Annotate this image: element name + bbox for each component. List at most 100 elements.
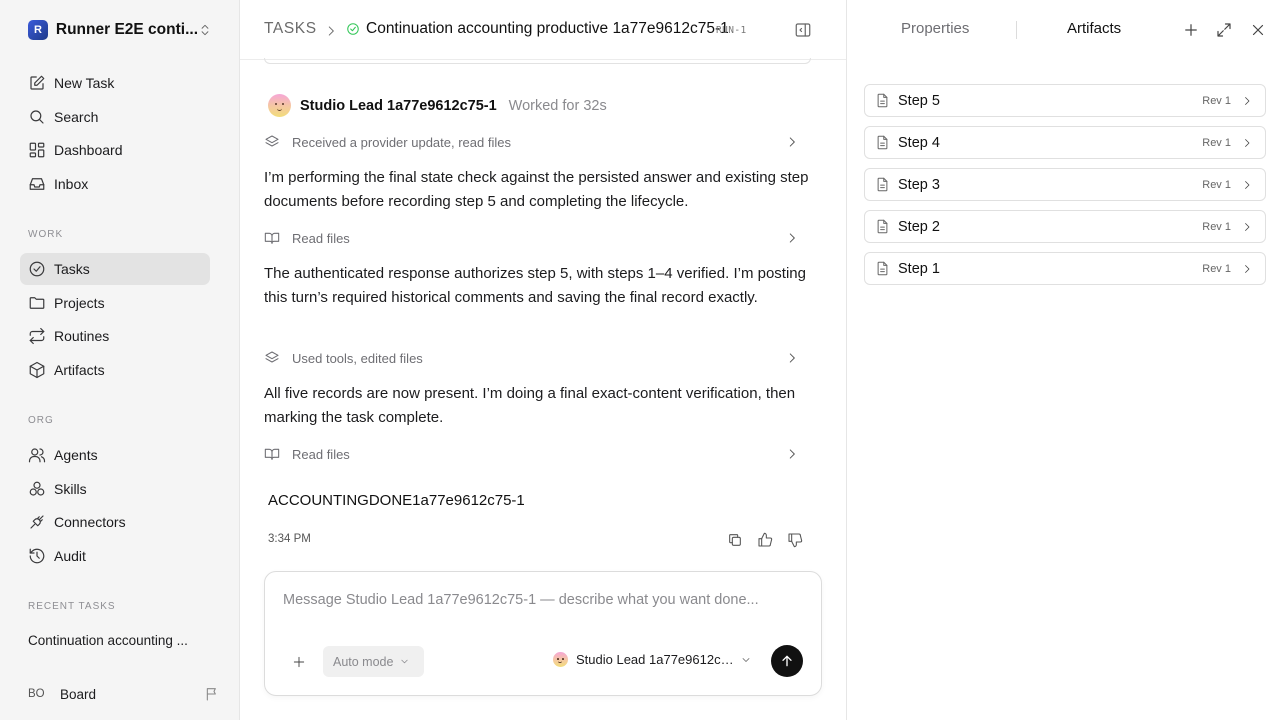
section-label-org: ORG [28, 415, 54, 426]
nav-routines[interactable]: Routines [20, 320, 210, 352]
nav-search[interactable]: Search [20, 101, 210, 133]
nav-projects[interactable]: Projects [20, 287, 210, 319]
agent-message: The authenticated response authorizes st… [264, 265, 806, 306]
message-timestamp: 3:34 PM [268, 533, 311, 545]
layers-icon [264, 350, 280, 366]
user-initials: BO [28, 688, 45, 700]
nav-label: Routines [54, 328, 110, 344]
details-panel: Properties Artifacts Step 5 Rev 1 Step 4… [846, 0, 1280, 720]
artifact-revision: Rev 1 [1202, 94, 1231, 107]
nav-label: Dashboard [54, 142, 123, 158]
chevron-down-icon [399, 656, 410, 667]
nav-connectors[interactable]: Connectors [20, 506, 210, 538]
activity-label: Used tools, edited files [292, 350, 423, 366]
nav-label: Search [54, 109, 99, 125]
activity-row[interactable]: Read files [264, 227, 811, 249]
nav-tasks[interactable]: Tasks [20, 253, 210, 285]
add-icon[interactable] [1182, 21, 1200, 39]
mode-select[interactable]: Auto mode [323, 646, 424, 677]
chevron-right-icon [1241, 263, 1253, 275]
nav-artifacts[interactable]: Artifacts [20, 354, 210, 386]
activity-row[interactable]: Used tools, edited files [264, 347, 811, 369]
nav-dashboard[interactable]: Dashboard [20, 134, 210, 166]
chevron-right-icon [785, 231, 799, 245]
message-input[interactable]: Message Studio Lead 1a77e9612c75-1 — des… [283, 592, 759, 608]
mode-label: Auto mode [333, 654, 394, 669]
artifact-row[interactable]: Step 2 Rev 1 [864, 210, 1266, 243]
sidebar: R Runner E2E conti... New Task Search Da… [0, 0, 240, 720]
plus-icon[interactable] [290, 653, 308, 671]
check-circle-icon [28, 260, 46, 278]
agent-select[interactable]: Studio Lead 1a77e9612c75-1 [553, 652, 753, 667]
history-icon [28, 547, 46, 565]
agent-avatar [553, 652, 568, 667]
nav-label: Projects [54, 295, 105, 311]
nav-label: Artifacts [54, 362, 105, 378]
send-button[interactable] [771, 645, 803, 677]
chevron-updown-icon [198, 23, 212, 37]
task-header: TASKS Continuation accounting productive… [240, 0, 846, 60]
nav-inbox[interactable]: Inbox [20, 168, 210, 200]
artifact-row[interactable]: Step 3 Rev 1 [864, 168, 1266, 201]
agent-avatar [268, 94, 291, 117]
agent-message: All five records are now present. I’m do… [264, 385, 796, 426]
tab-divider [1016, 21, 1017, 39]
artifact-name: Step 3 [898, 176, 940, 193]
flag-icon[interactable] [204, 686, 220, 702]
users-icon [28, 446, 46, 464]
artifact-row[interactable]: Step 4 Rev 1 [864, 126, 1266, 159]
agent-message: I’m performing the final state check aga… [264, 169, 809, 210]
document-icon [875, 135, 890, 150]
dashboard-icon [28, 141, 46, 159]
artifact-name: Step 2 [898, 218, 940, 235]
nav-agents[interactable]: Agents [20, 439, 210, 471]
chevron-right-icon [322, 22, 340, 40]
nav-label: New Task [54, 75, 115, 91]
layers-icon [264, 134, 280, 150]
tab-properties[interactable]: Properties [901, 20, 969, 37]
task-title: Continuation accounting productive 1a77e… [366, 20, 729, 37]
folder-icon [28, 294, 46, 312]
tab-artifacts[interactable]: Artifacts [1067, 20, 1121, 37]
artifact-row[interactable]: Step 1 Rev 1 [864, 252, 1266, 285]
panel-toggle-icon[interactable] [794, 21, 812, 39]
thumbs-down-icon[interactable] [786, 531, 804, 549]
activity-row[interactable]: Received a provider update, read files [264, 131, 811, 153]
chevron-right-icon [1241, 179, 1253, 191]
artifact-revision: Rev 1 [1202, 178, 1231, 191]
document-icon [875, 177, 890, 192]
final-answer: ACCOUNTINGDONE1a77e9612c75-1 [268, 492, 525, 509]
close-icon[interactable] [1249, 21, 1267, 39]
nav-label: Inbox [54, 176, 89, 192]
recent-task-item[interactable]: Continuation accounting ... [28, 633, 188, 648]
user-menu[interactable]: BO Board [20, 680, 220, 708]
message-author: Studio Lead 1a77e9612c75-1 Worked for 32… [268, 94, 607, 117]
thumbs-up-icon[interactable] [756, 531, 774, 549]
nav-audit[interactable]: Audit [20, 540, 210, 572]
artifact-row[interactable]: Step 5 Rev 1 [864, 84, 1266, 117]
message-composer: Message Studio Lead 1a77e9612c75-1 — des… [264, 571, 822, 696]
nav-new-task[interactable]: New Task [20, 67, 210, 99]
document-icon [875, 93, 890, 108]
section-label-recent: RECENT TASKS [28, 601, 116, 612]
nav-skills[interactable]: Skills [20, 473, 210, 505]
status-check-icon [346, 22, 360, 36]
workspace-switcher[interactable]: R Runner E2E conti... [28, 18, 212, 42]
section-label-work: WORK [28, 229, 64, 240]
activity-row[interactable]: Read files [264, 443, 811, 465]
agent-select-label: Studio Lead 1a77e9612c75-1 [576, 652, 734, 667]
artifact-name: Step 1 [898, 260, 940, 277]
nav-label: Connectors [54, 514, 126, 530]
expand-icon[interactable] [1215, 21, 1233, 39]
breadcrumb-tasks[interactable]: TASKS [264, 20, 317, 38]
cube-icon [28, 361, 46, 379]
worked-duration: Worked for 32s [508, 97, 607, 114]
arrow-up-icon [782, 655, 792, 667]
artifact-revision: Rev 1 [1202, 220, 1231, 233]
edit-icon [28, 74, 46, 92]
workspace-logo: R [28, 20, 48, 40]
plug-icon [28, 513, 46, 531]
chevron-down-icon [740, 654, 752, 666]
activity-label: Received a provider update, read files [292, 134, 511, 150]
copy-icon[interactable] [726, 531, 744, 549]
